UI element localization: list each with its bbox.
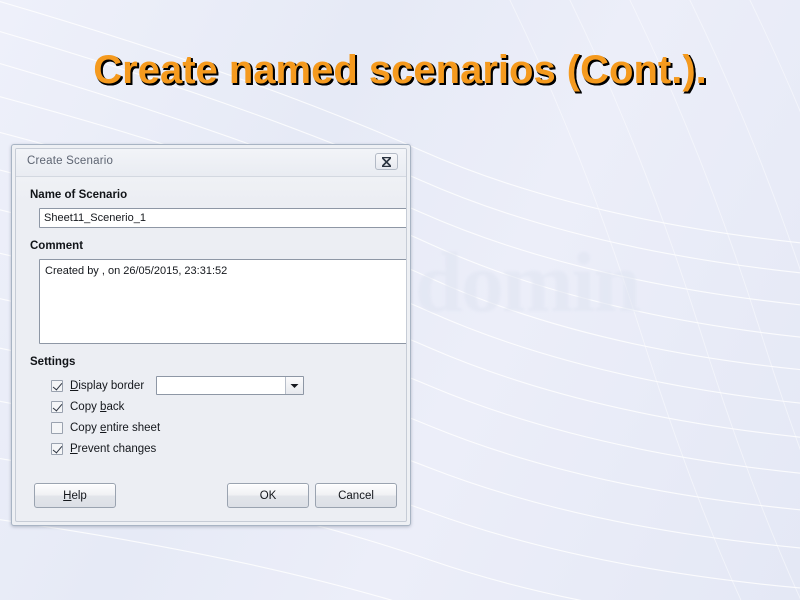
accesskey-prevent-changes: P <box>70 442 78 455</box>
label-pre-copy-back: Copy <box>70 400 101 413</box>
label-text-display-border: isplay border <box>78 379 145 392</box>
comment-label: Comment <box>30 240 84 252</box>
watermark-text: domin <box>415 234 641 330</box>
ok-button[interactable]: OK <box>227 483 309 508</box>
dialog-inner-frame: Create Scenario Name of Scenario Comment… <box>15 148 407 522</box>
name-of-scenario-label: Name of Scenario <box>30 189 128 201</box>
checkbox-copy-back[interactable] <box>51 400 63 413</box>
border-color-combobox[interactable] <box>156 376 305 395</box>
label-pre-copy-entire-sheet: Copy <box>70 421 101 434</box>
dialog-title: Create Scenario <box>27 155 114 167</box>
chevron-down-icon[interactable] <box>285 377 304 394</box>
checkbox-display-border[interactable] <box>51 379 63 392</box>
setting-row-prevent-changes[interactable]: Prevent changes <box>51 438 392 459</box>
checkbox-copy-entire-sheet[interactable] <box>51 421 63 434</box>
checkbox-label-copy-entire-sheet: Copy entire sheet <box>70 422 160 434</box>
checkbox-label-copy-back: Copy back <box>70 401 124 413</box>
checkbox-prevent-changes[interactable] <box>51 442 63 455</box>
cancel-button[interactable]: Cancel <box>315 483 397 508</box>
close-icon <box>381 156 392 167</box>
create-scenario-dialog: Create Scenario Name of Scenario Comment… <box>11 144 411 526</box>
dialog-titlebar: Create Scenario <box>16 149 406 177</box>
dialog-body: Name of Scenario Comment Created by , on… <box>16 189 406 459</box>
close-button[interactable] <box>375 153 398 170</box>
label-text-copy-back: ack <box>106 400 125 413</box>
help-button-label: Help <box>63 490 87 502</box>
page-title: Create named scenarios (Cont.). <box>93 48 707 92</box>
scenario-name-input[interactable] <box>39 208 406 228</box>
comment-textarea[interactable]: Created by , on 26/05/2015, 23:31:52 <box>39 259 406 344</box>
help-button-label-text: elp <box>71 489 87 502</box>
help-button[interactable]: Help <box>34 483 116 508</box>
setting-row-copy-entire-sheet[interactable]: Copy entire sheet <box>51 417 392 438</box>
checkbox-label-prevent-changes: Prevent changes <box>70 443 156 455</box>
settings-label: Settings <box>30 356 76 368</box>
setting-row-display-border[interactable]: Display border <box>51 375 392 396</box>
label-text-copy-entire-sheet: ntire sheet <box>106 421 161 434</box>
checkbox-label-display-border: Display border <box>70 380 144 392</box>
settings-options-list: Display border Copy back Copy entire she… <box>51 375 392 459</box>
label-text-prevent-changes: revent changes <box>77 442 157 455</box>
slide-canvas: domin Create named scenarios (Cont.). Cr… <box>0 0 800 600</box>
setting-row-copy-back[interactable]: Copy back <box>51 396 392 417</box>
background-watermark: domin <box>415 232 705 342</box>
dialog-button-row: Help OK Cancel <box>16 483 406 509</box>
